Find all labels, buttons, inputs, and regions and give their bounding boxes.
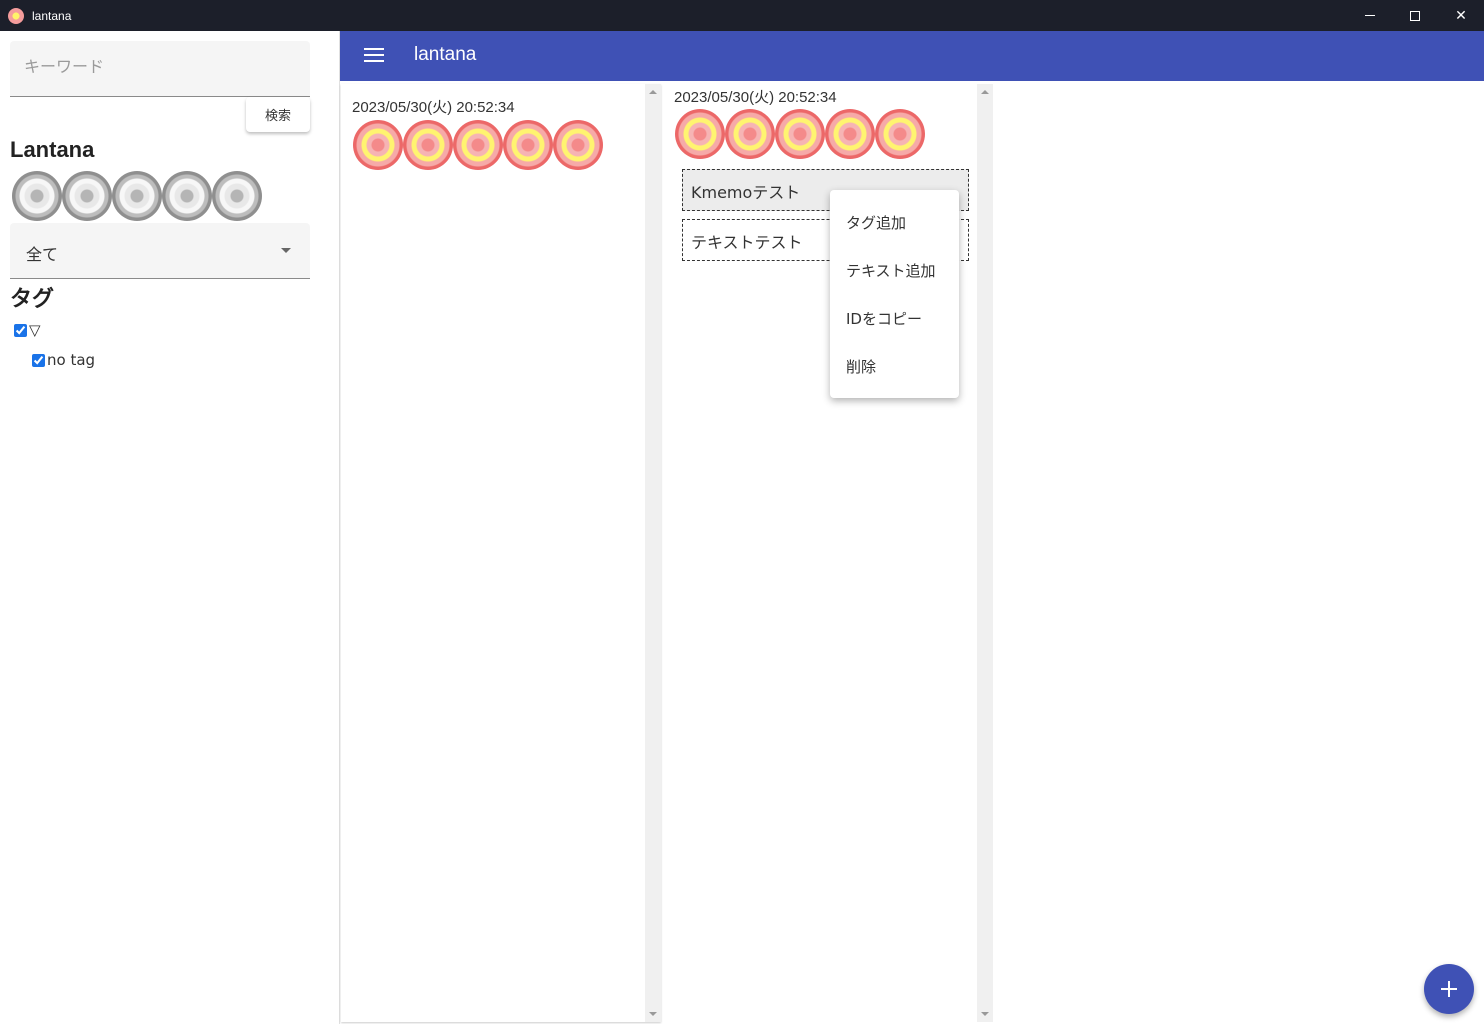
window-title-bar: lantana ✕ [0, 0, 1484, 31]
menu-item-copy-id[interactable]: IDをコピー [830, 294, 959, 342]
column-scrollbar[interactable] [977, 84, 993, 1022]
hamburger-menu-icon[interactable] [364, 48, 384, 62]
app-bar: lantana [340, 31, 1484, 81]
maximize-button[interactable] [1392, 0, 1438, 31]
maximize-icon [1410, 10, 1420, 21]
entry-rating-flowers[interactable] [675, 109, 925, 159]
plus-icon [1441, 981, 1457, 997]
entry-rating-flowers[interactable] [353, 120, 603, 170]
rating-flower-icon[interactable] [553, 120, 603, 170]
rating-flower-icon[interactable] [875, 109, 925, 159]
filter-select[interactable]: 全て [10, 223, 310, 279]
add-button[interactable] [1424, 964, 1474, 1014]
app-title: lantana [414, 44, 477, 65]
tag-root-label: ▽ [29, 321, 41, 339]
tag-heading: タグ [10, 287, 55, 312]
dropdown-caret-icon [281, 248, 291, 253]
tag-no-tag-label: no tag [47, 351, 96, 369]
rating-flower-icon[interactable] [775, 109, 825, 159]
rating-flower-icon[interactable] [403, 120, 453, 170]
tag-tree-root[interactable]: ▽ [14, 321, 41, 339]
scroll-down-arrow-icon[interactable] [649, 1012, 657, 1016]
keyword-search-field[interactable] [10, 41, 310, 97]
column-scrollbar[interactable] [645, 84, 661, 1022]
menu-item-delete[interactable]: 削除 [830, 342, 959, 390]
scroll-up-arrow-icon[interactable] [649, 90, 657, 94]
window-title: lantana [32, 8, 72, 23]
rating-flower-icon[interactable] [353, 120, 403, 170]
rating-flowers[interactable] [12, 171, 262, 221]
rating-flower-icon[interactable] [62, 171, 112, 221]
rating-flower-icon[interactable] [725, 109, 775, 159]
minimize-icon [1365, 15, 1375, 16]
brand-title: Lantana [10, 137, 95, 162]
filter-select-value: 全て [26, 245, 59, 264]
rating-flower-icon[interactable] [112, 171, 162, 221]
sidebar: 検索 Lantana 全て タグ ▽ no tag [0, 31, 340, 1024]
entry-timestamp: 2023/05/30(火) 20:52:34 [352, 99, 515, 116]
search-button[interactable]: 検索 [246, 97, 310, 132]
minimize-button[interactable] [1347, 0, 1393, 31]
rating-flower-icon[interactable] [12, 171, 62, 221]
menu-item-add-tag[interactable]: タグ追加 [830, 198, 959, 246]
tag-no-tag-checkbox[interactable] [32, 353, 45, 367]
rating-flower-icon[interactable] [503, 120, 553, 170]
app-flower-icon [8, 7, 24, 24]
scroll-up-arrow-icon[interactable] [981, 90, 989, 94]
close-button[interactable]: ✕ [1438, 0, 1484, 31]
rating-flower-icon[interactable] [825, 109, 875, 159]
rating-flower-icon[interactable] [212, 171, 262, 221]
kyou-column-1: 2023/05/30(火) 20:52:34 [341, 84, 661, 1022]
rating-flower-icon[interactable] [453, 120, 503, 170]
tag-item-no-tag[interactable]: no tag [32, 351, 95, 369]
context-menu: タグ追加 テキスト追加 IDをコピー 削除 [830, 190, 959, 398]
rating-flower-icon[interactable] [162, 171, 212, 221]
rating-flower-icon[interactable] [675, 109, 725, 159]
tag-root-checkbox[interactable] [14, 323, 27, 337]
close-icon: ✕ [1455, 7, 1467, 24]
entry-timestamp: 2023/05/30(火) 20:52:34 [674, 89, 837, 106]
keyword-input[interactable] [24, 57, 294, 76]
menu-item-add-text[interactable]: テキスト追加 [830, 246, 959, 294]
scroll-down-arrow-icon[interactable] [981, 1012, 989, 1016]
